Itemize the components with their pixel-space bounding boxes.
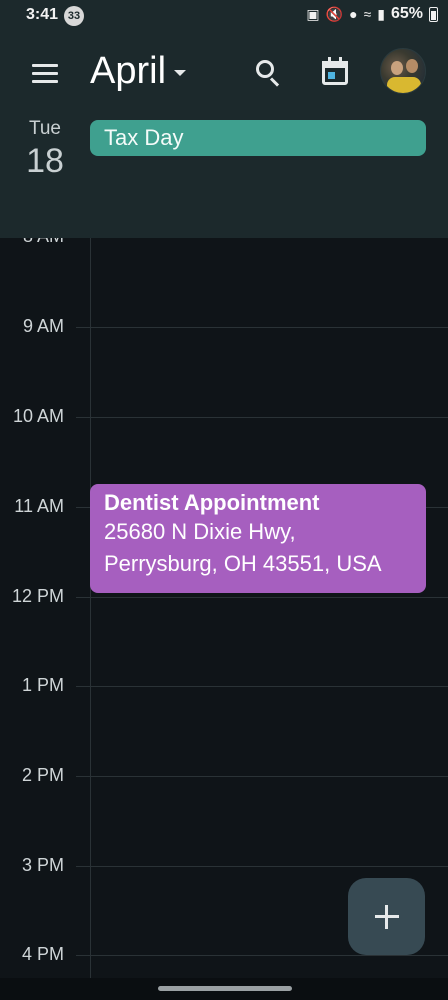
signal-icon: ▮ xyxy=(377,5,385,22)
timeline[interactable]: 8 AM 9 AM 10 AM 11 AM 12 PM 1 PM 2 PM 3 … xyxy=(0,238,448,978)
event-location-line2: Perrysburg, OH 43551, USA xyxy=(104,551,382,576)
month-title[interactable]: April xyxy=(90,50,166,93)
event-card[interactable]: Dentist Appointment 25680 N Dixie Hwy, P… xyxy=(90,484,426,593)
toolbar: April xyxy=(0,40,448,104)
battery-percent: 65% xyxy=(390,5,423,22)
hour-label: 2 PM xyxy=(21,765,64,785)
location-icon: ● xyxy=(349,6,358,22)
date-number: 18 xyxy=(26,142,64,180)
lock-icon: ▣ xyxy=(306,5,320,22)
hour-label: 3 PM xyxy=(21,855,64,875)
battery-icon xyxy=(429,6,438,22)
search-icon[interactable] xyxy=(254,58,282,87)
event-title: Dentist Appointment xyxy=(104,490,320,515)
hour-row: 8 AM xyxy=(0,238,448,246)
hour-label: 10 AM xyxy=(12,406,64,426)
day-label[interactable]: Tue 18 xyxy=(14,118,76,181)
header: 3:41 33 ▣ 🔇 ● ≈ ▮ 65% April Tue 18 Tax D… xyxy=(0,0,448,238)
hour-gridline xyxy=(76,327,448,328)
hour-gridline xyxy=(76,866,448,867)
add-event-button[interactable] xyxy=(348,878,425,955)
hour-row: 9 AM xyxy=(0,316,448,336)
hour-label: 9 AM xyxy=(22,316,64,336)
hour-row: 10 AM xyxy=(0,406,448,426)
all-day-event[interactable]: Tax Day xyxy=(90,120,426,156)
mute-icon: 🔇 xyxy=(325,5,344,22)
wifi-icon: ≈ xyxy=(363,6,372,22)
status-bar: 3:41 33 ▣ 🔇 ● ≈ ▮ 65% xyxy=(0,0,448,32)
hour-label: 8 AM xyxy=(0,238,64,247)
status-icons: ▣ 🔇 ● ≈ ▮ 65% xyxy=(306,5,438,23)
hour-row: 12 PM xyxy=(0,586,448,606)
avatar[interactable] xyxy=(380,48,426,94)
hour-row: 3 PM xyxy=(0,855,448,875)
hour-label: 11 AM xyxy=(14,496,64,516)
hour-gridline xyxy=(76,597,448,598)
hour-label: 1 PM xyxy=(21,675,64,695)
hour-label: 12 PM xyxy=(11,586,64,606)
navigation-bar xyxy=(0,978,448,1000)
hour-gridline xyxy=(76,686,448,687)
hour-row: 2 PM xyxy=(0,765,448,785)
event-location-line1: 25680 N Dixie Hwy, xyxy=(104,519,296,544)
hour-gridline xyxy=(76,955,448,956)
weekday-label: Tue xyxy=(28,118,62,139)
menu-icon[interactable] xyxy=(32,64,58,84)
all-day-event-title: Tax Day xyxy=(104,125,184,150)
home-gesture-handle[interactable] xyxy=(158,986,292,991)
timeline-divider xyxy=(90,238,91,978)
hour-gridline xyxy=(76,417,448,418)
calendar-today-icon[interactable] xyxy=(322,57,348,85)
status-time: 3:41 xyxy=(26,6,59,23)
chevron-down-icon[interactable] xyxy=(174,70,186,76)
hour-label: 4 PM xyxy=(21,944,64,964)
notification-count-badge: 33 xyxy=(64,6,84,26)
hour-row: 1 PM xyxy=(0,675,448,695)
hour-gridline xyxy=(76,776,448,777)
hour-row: 4 PM xyxy=(0,944,448,964)
